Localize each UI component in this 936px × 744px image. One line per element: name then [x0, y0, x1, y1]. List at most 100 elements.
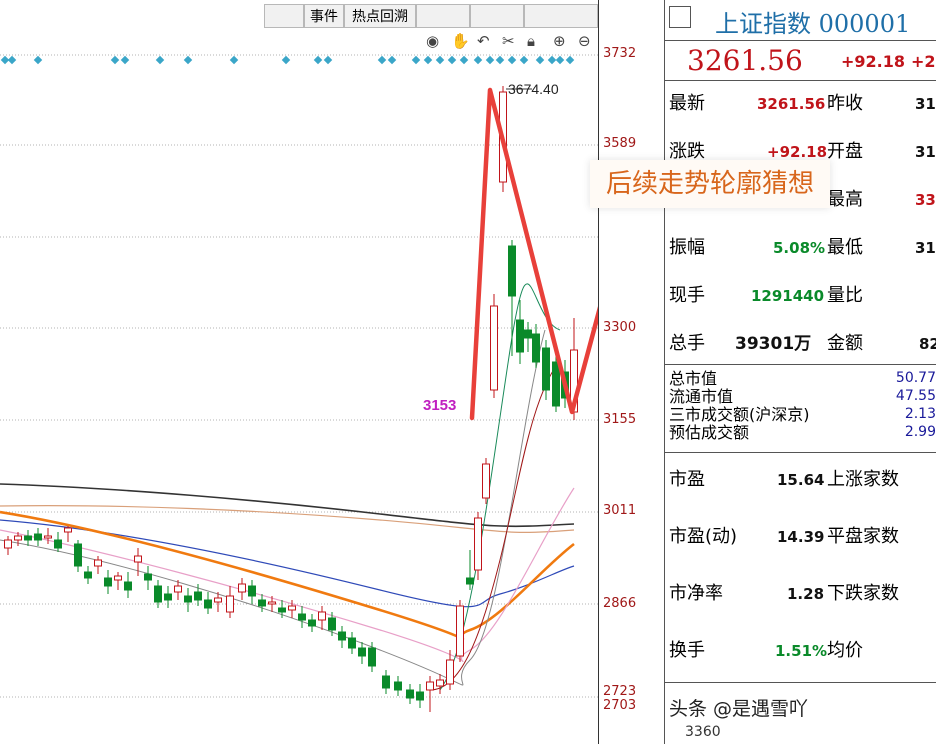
tab-blank-4[interactable]	[524, 4, 598, 28]
hand-icon[interactable]: ✋	[451, 33, 470, 49]
candle-body	[248, 585, 256, 597]
estimated-turnover-label: 预估成交额	[669, 423, 750, 442]
candle-body	[446, 659, 454, 685]
divider	[665, 80, 936, 81]
candle-body	[524, 329, 532, 339]
eye-icon[interactable]: ◉	[426, 33, 439, 49]
axis-label: 3155	[603, 412, 637, 427]
event-marker	[565, 55, 575, 65]
row-latest-label: 最新	[669, 93, 705, 114]
undo-icon[interactable]: ↶	[477, 33, 490, 49]
candle-body	[552, 361, 560, 407]
event-marker	[120, 55, 130, 65]
candle-body	[516, 319, 524, 353]
checkbox-icon[interactable]	[669, 6, 691, 28]
candle-body	[338, 631, 346, 641]
candle-body	[4, 539, 12, 549]
row-low-value: 31	[915, 239, 936, 257]
axis-label: 3589	[603, 136, 637, 151]
axis-label: 2866	[603, 596, 637, 611]
row-volume-now-label: 现手	[669, 285, 705, 306]
row-amplitude-label: 振幅	[669, 237, 705, 258]
forecast-callout: 后续走势轮廓猜想	[590, 160, 830, 208]
scissors-icon[interactable]: ✂	[502, 33, 515, 49]
event-marker	[313, 55, 323, 65]
event-marker	[423, 55, 433, 65]
divider	[665, 682, 936, 683]
pb-value: 1.28	[787, 585, 825, 603]
candle-body	[226, 595, 234, 613]
zoom-out-icon[interactable]: ⊖	[578, 33, 591, 49]
axis-label: 3300	[603, 320, 637, 335]
candle-body	[44, 535, 52, 539]
candle-body	[214, 597, 222, 603]
candle-body	[394, 681, 402, 691]
candle-body	[348, 637, 356, 649]
event-marker	[555, 55, 565, 65]
pe-label: 市盈	[669, 469, 705, 490]
candle-body	[258, 599, 266, 607]
chart-grid	[0, 54, 598, 698]
row-latest-value: 3261.56	[757, 95, 826, 113]
event-marker	[435, 55, 445, 65]
turnover-rate-label: 换手	[669, 640, 705, 661]
event-marker	[281, 55, 291, 65]
price-change-pct: +2.	[911, 52, 936, 71]
event-marker	[485, 55, 495, 65]
avg-price-label: 均价	[827, 640, 863, 661]
candle-body	[54, 539, 62, 549]
candle-body	[114, 575, 122, 581]
lock-icon[interactable]: 🔒︎	[527, 33, 535, 49]
candle-body	[144, 573, 152, 581]
candle-body	[34, 533, 42, 541]
tab-blank-2[interactable]	[416, 4, 470, 28]
event-marker	[110, 55, 120, 65]
event-marker	[519, 55, 529, 65]
divider	[665, 452, 936, 453]
candle-body	[406, 689, 414, 699]
ma-line	[0, 519, 575, 608]
three-market-turnover-label: 三市成交额(沪深京)	[669, 405, 810, 424]
pb-label: 市净率	[669, 583, 723, 604]
row-volume-now-value: 1291440	[751, 287, 825, 305]
candle-body	[134, 555, 142, 563]
event-marker	[507, 55, 517, 65]
tab-events[interactable]: 事件	[304, 4, 344, 28]
estimated-turnover-value: 2.99	[904, 424, 936, 440]
row-high-value: 33	[915, 191, 936, 209]
kline-chart[interactable]: 3674.40 3153 事件 热点回溯 ◉ ✋ ↶ ✂ 🔒︎ ⊕ ⊖	[0, 0, 598, 744]
axis-label: 3732	[603, 46, 637, 61]
row-low-label: 最低	[827, 237, 863, 258]
event-marker	[547, 55, 557, 65]
candle-body	[532, 333, 540, 363]
event-marker	[377, 55, 387, 65]
zoom-in-icon[interactable]: ⊕	[553, 33, 566, 49]
candle-body	[84, 571, 92, 579]
event-marker	[411, 55, 421, 65]
three-market-turnover-value: 2.13	[904, 406, 936, 422]
candle-body	[328, 617, 336, 631]
candle-body	[278, 607, 286, 613]
price-change: +92.18	[841, 52, 906, 71]
candle-body	[124, 581, 132, 591]
event-marker	[229, 55, 239, 65]
tab-blank[interactable]	[264, 4, 304, 28]
candle-body	[204, 599, 212, 609]
axis-label: 2723	[603, 684, 637, 699]
candle-body	[104, 577, 112, 587]
candle-body	[94, 559, 102, 567]
candle-body	[508, 245, 516, 297]
candle-body	[456, 605, 464, 657]
tab-blank-3[interactable]	[470, 4, 524, 28]
kline-canvas[interactable]: 3674.40 3153	[0, 0, 598, 744]
candle-body	[382, 675, 390, 689]
candle-body	[164, 593, 172, 601]
row-total-hands-value: 39301万	[735, 334, 812, 354]
candle-body	[466, 577, 474, 585]
candle-body	[288, 605, 296, 611]
tab-hot-review[interactable]: 热点回溯	[344, 4, 416, 28]
decliners-label: 下跌家数	[827, 583, 899, 604]
row-amount-value: 82	[919, 335, 936, 353]
candle-body	[426, 681, 434, 691]
index-title: 上证指数 000001	[715, 10, 911, 38]
